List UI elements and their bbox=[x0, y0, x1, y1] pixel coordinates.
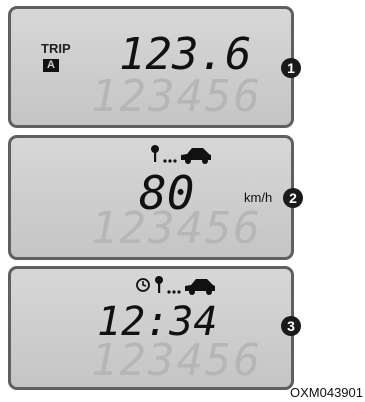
trip-odometer-display: 123456 TRIP A 123.6 bbox=[8, 6, 294, 128]
clock-icon bbox=[136, 278, 150, 292]
callout-1: 1 bbox=[281, 58, 301, 78]
key-icon bbox=[155, 276, 163, 293]
car-icon bbox=[181, 148, 211, 164]
trip-label: TRIP bbox=[41, 41, 71, 56]
key-to-car-indicator bbox=[149, 144, 213, 164]
time-display: 123456 12:34 bbox=[8, 266, 294, 390]
dots-icon bbox=[163, 159, 177, 163]
clock-key-car-indicator bbox=[135, 275, 217, 295]
callout-2: 2 bbox=[283, 188, 303, 208]
speed-unit: km/h bbox=[244, 190, 273, 205]
trip-distance-value: 123.6 bbox=[119, 29, 252, 80]
callout-3: 3 bbox=[281, 316, 301, 336]
car-icon bbox=[185, 279, 215, 295]
speed-value: 80 bbox=[139, 166, 195, 220]
key-icon bbox=[151, 145, 159, 162]
trip-a-badge: A bbox=[43, 59, 59, 72]
clock-value: 12:34 bbox=[97, 299, 218, 345]
dots-icon bbox=[167, 290, 181, 294]
figure-code: OXM043901 bbox=[290, 385, 363, 400]
